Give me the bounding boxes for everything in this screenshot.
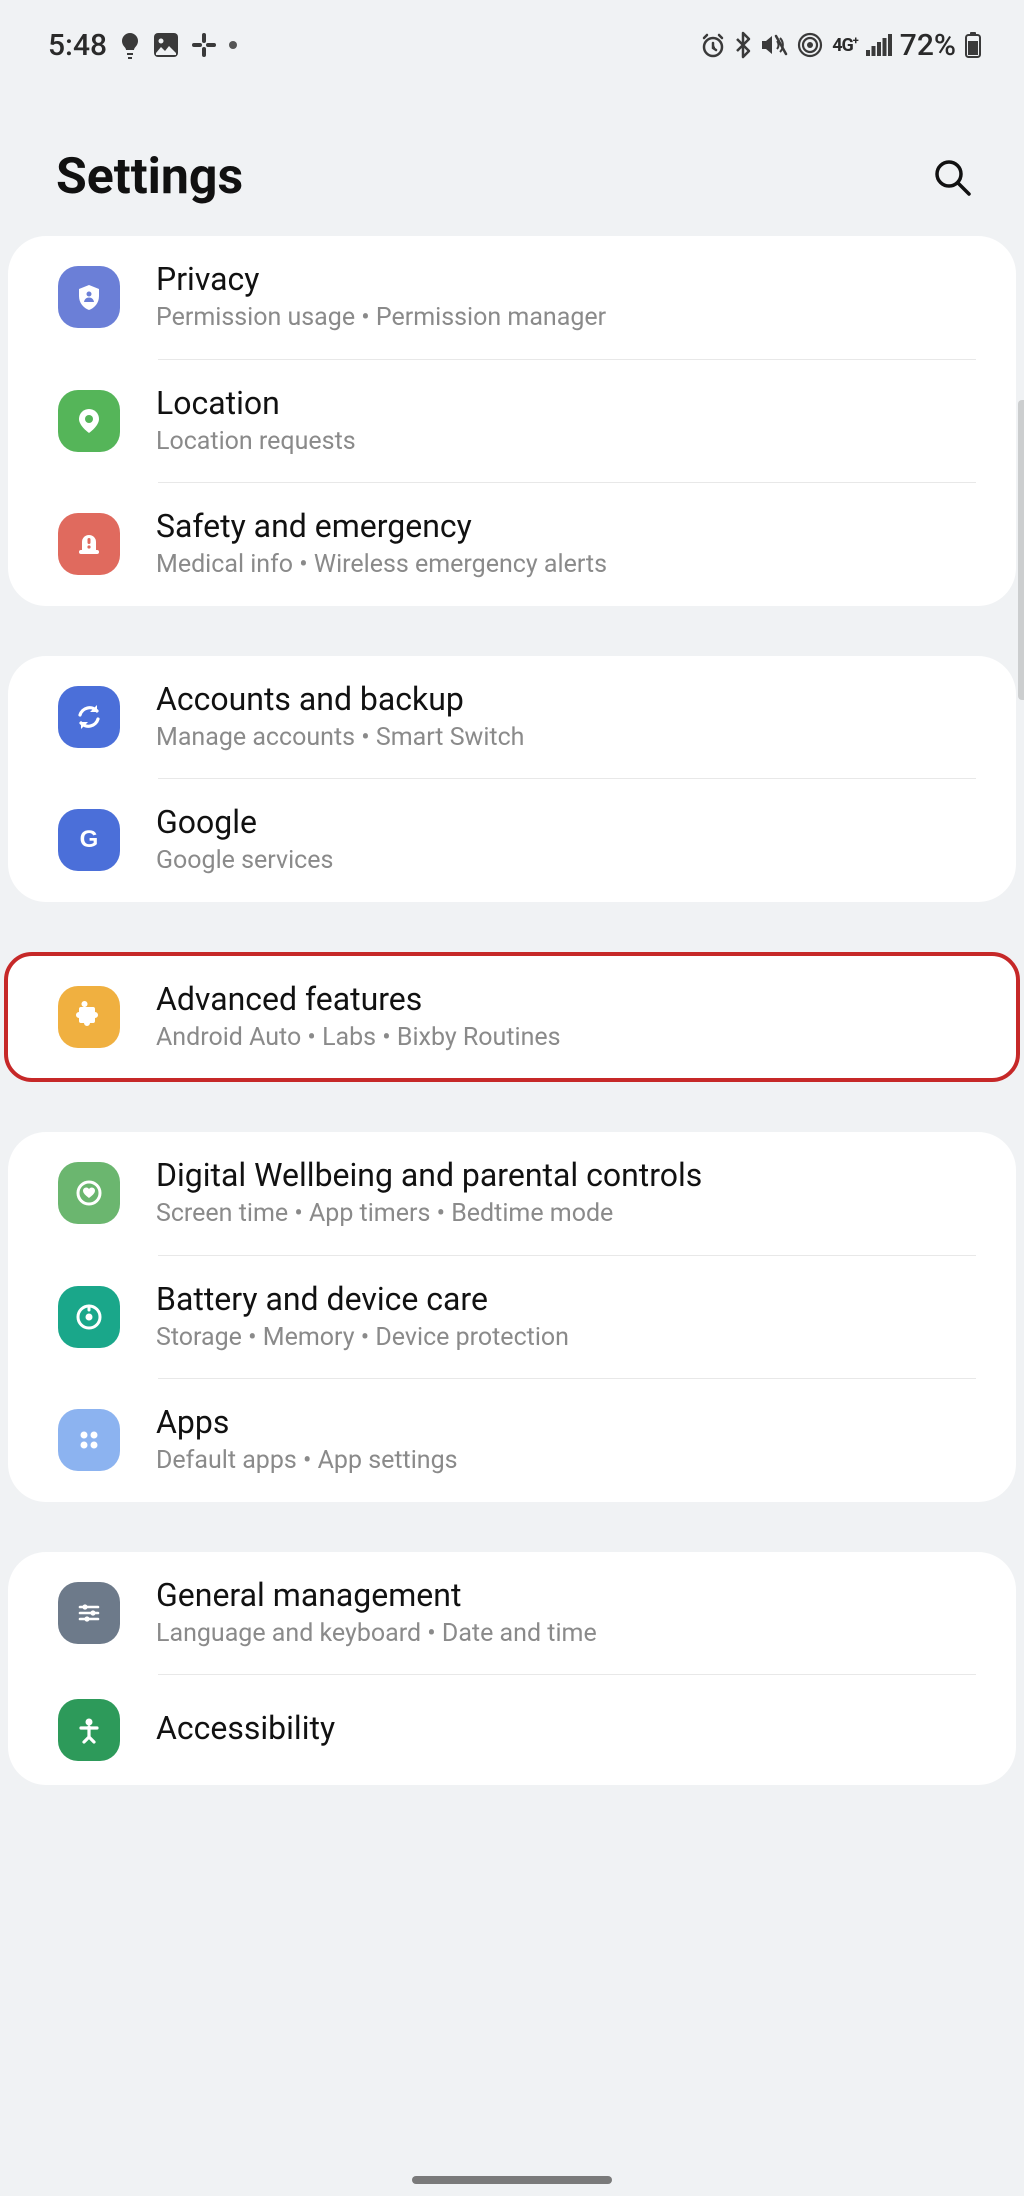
- settings-group: Accounts and backup Manage accounts • Sma…: [8, 656, 1016, 902]
- item-subtitle: Language and keyboard • Date and time: [156, 1618, 984, 1651]
- hotspot-icon: [796, 31, 824, 59]
- notification-dot-icon: [229, 41, 237, 49]
- slack-icon: [191, 32, 217, 58]
- page-title: Settings: [56, 148, 243, 206]
- sliders-icon: [58, 1582, 120, 1644]
- settings-item-advanced[interactable]: Advanced features Android Auto • Labs • B…: [8, 956, 1016, 1079]
- bluetooth-icon: [734, 31, 752, 59]
- item-subtitle: Manage accounts • Smart Switch: [156, 722, 984, 755]
- item-texts: Safety and emergency Medical info • Wirel…: [156, 507, 984, 582]
- item-title: Digital Wellbeing and parental controls: [156, 1156, 984, 1194]
- settings-item-accounts[interactable]: Accounts and backup Manage accounts • Sma…: [8, 656, 1016, 779]
- page-header: Settings: [0, 68, 1024, 236]
- settings-item-google[interactable]: Google Google services: [8, 779, 1016, 902]
- item-texts: Advanced features Android Auto • Labs • B…: [156, 980, 984, 1055]
- item-subtitle: Android Auto • Labs • Bixby Routines: [156, 1022, 984, 1055]
- settings-item-apps[interactable]: Apps Default apps • App settings: [8, 1379, 1016, 1502]
- settings-item-battery[interactable]: Battery and device care Storage • Memory …: [8, 1256, 1016, 1379]
- item-subtitle: Screen time • App timers • Bedtime mode: [156, 1198, 984, 1231]
- settings-group: General management Language and keyboard …: [8, 1552, 1016, 1786]
- item-subtitle: Storage • Memory • Device protection: [156, 1322, 984, 1355]
- item-title: Safety and emergency: [156, 507, 984, 545]
- item-title: General management: [156, 1576, 984, 1614]
- item-subtitle: Medical info • Wireless emergency alerts: [156, 549, 984, 582]
- status-left: 5:48: [48, 28, 237, 63]
- lightbulb-icon: [119, 31, 141, 59]
- item-title: Privacy: [156, 260, 984, 298]
- signal-icon: [866, 34, 892, 56]
- settings-item-safety[interactable]: Safety and emergency Medical info • Wirel…: [8, 483, 1016, 606]
- settings-item-general[interactable]: General management Language and keyboard …: [8, 1552, 1016, 1675]
- item-texts: Location Location requests: [156, 384, 984, 459]
- gallery-icon: [153, 32, 179, 58]
- item-subtitle: Default apps • App settings: [156, 1445, 984, 1478]
- item-texts: Accessibility: [156, 1709, 984, 1751]
- item-texts: Apps Default apps • App settings: [156, 1403, 984, 1478]
- battery-percent: 72%: [900, 28, 956, 63]
- settings-item-wellbeing[interactable]: Digital Wellbeing and parental controls S…: [8, 1132, 1016, 1255]
- dots4-icon: [58, 1409, 120, 1471]
- settings-group: Privacy Permission usage • Permission man…: [8, 236, 1016, 606]
- status-time: 5:48: [48, 28, 107, 63]
- siren-icon: [58, 513, 120, 575]
- item-texts: Digital Wellbeing and parental controls S…: [156, 1156, 984, 1231]
- item-title: Advanced features: [156, 980, 984, 1018]
- item-title: Accounts and backup: [156, 680, 984, 718]
- item-texts: Google Google services: [156, 803, 984, 878]
- heart-ring-icon: [58, 1162, 120, 1224]
- item-subtitle: Permission usage • Permission manager: [156, 302, 984, 335]
- person-icon: [58, 1699, 120, 1761]
- network-type-icon: 4G+: [832, 34, 858, 56]
- item-texts: Accounts and backup Manage accounts • Sma…: [156, 680, 984, 755]
- home-indicator[interactable]: [412, 2176, 612, 2184]
- settings-group: Digital Wellbeing and parental controls S…: [8, 1132, 1016, 1502]
- radar-icon: [58, 1286, 120, 1348]
- item-title: Google: [156, 803, 984, 841]
- sync-icon: [58, 686, 120, 748]
- settings-item-privacy[interactable]: Privacy Permission usage • Permission man…: [8, 236, 1016, 359]
- shield-icon: [58, 266, 120, 328]
- pin-icon: [58, 390, 120, 452]
- mute-icon: [760, 32, 788, 58]
- settings-group: Advanced features Android Auto • Labs • B…: [4, 952, 1020, 1083]
- status-right: 4G+ 72%: [700, 28, 982, 63]
- item-title: Battery and device care: [156, 1280, 984, 1318]
- item-title: Apps: [156, 1403, 984, 1441]
- item-subtitle: Google services: [156, 845, 984, 878]
- item-subtitle: Location requests: [156, 426, 984, 459]
- alarm-icon: [700, 32, 726, 58]
- scrollbar-thumb[interactable]: [1018, 400, 1024, 700]
- search-button[interactable]: [928, 153, 976, 201]
- settings-item-location[interactable]: Location Location requests: [8, 360, 1016, 483]
- item-texts: Battery and device care Storage • Memory …: [156, 1280, 984, 1355]
- status-bar: 5:48 4G+ 72%: [0, 0, 1024, 68]
- item-texts: Privacy Permission usage • Permission man…: [156, 260, 984, 335]
- settings-item-accessibility[interactable]: Accessibility: [8, 1675, 1016, 1785]
- search-icon: [931, 156, 973, 198]
- battery-icon: [964, 31, 982, 59]
- google-icon: [58, 809, 120, 871]
- item-title: Location: [156, 384, 984, 422]
- item-texts: General management Language and keyboard …: [156, 1576, 984, 1651]
- item-title: Accessibility: [156, 1709, 984, 1747]
- puzzle-icon: [58, 986, 120, 1048]
